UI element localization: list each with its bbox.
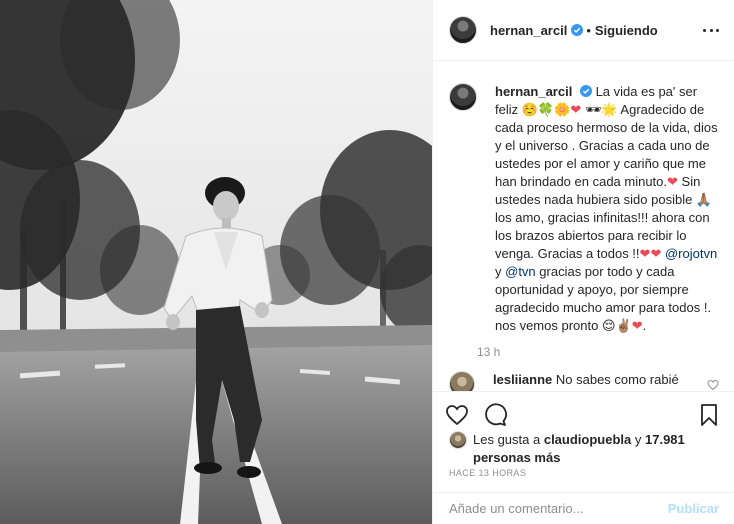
caption-time[interactable]: 13 h xyxy=(477,345,719,359)
heart-emoji-icon: ❤ xyxy=(667,174,678,189)
likes-summary: Les gusta a claudiopuebla y 17.981 perso… xyxy=(449,431,719,467)
commenter-avatar[interactable] xyxy=(449,371,475,391)
caption-part: y xyxy=(495,264,506,279)
liker-username[interactable]: claudiopuebla xyxy=(544,432,631,447)
mention-link[interactable]: @rojotvn xyxy=(665,246,717,261)
likes-prefix: Les gusta a xyxy=(473,432,541,447)
caption-emojis: ☺️🍀🌼 xyxy=(521,102,571,117)
add-comment-bar: Publicar xyxy=(433,492,734,524)
comment-bubble-icon[interactable] xyxy=(483,402,507,427)
heart-emoji-icon: ❤ xyxy=(570,102,582,117)
likes-text: Les gusta a claudiopuebla y 17.981 perso… xyxy=(473,431,719,467)
post-actions xyxy=(433,391,734,431)
comment-text: lesliianne No sabes como rabié cuando te… xyxy=(493,371,705,391)
comment-input[interactable] xyxy=(449,501,668,516)
heart-outline-icon[interactable] xyxy=(445,403,469,427)
liker-avatar[interactable] xyxy=(449,431,467,449)
verified-badge-icon xyxy=(579,85,592,97)
bookmark-icon[interactable] xyxy=(697,403,721,427)
mention-link[interactable]: @tvn xyxy=(505,264,536,279)
commenter-username[interactable]: lesliianne xyxy=(493,372,552,387)
post-header: hernan_arcil • Siguiendo xyxy=(433,0,734,61)
heart-emoji-icon: ❤ xyxy=(639,246,651,261)
caption-username[interactable]: hernan_arcil xyxy=(495,84,572,99)
caption-text: hernan_arcil La vida es pa' ser feliz ☺️… xyxy=(495,83,719,335)
more-options-icon[interactable] xyxy=(703,22,719,38)
post-photo[interactable] xyxy=(0,0,432,524)
caption-end: . xyxy=(642,318,647,333)
comment-item: lesliianne No sabes como rabié cuando te… xyxy=(449,371,719,391)
author-avatar[interactable] xyxy=(449,16,477,44)
heart-emoji-icon: ❤ xyxy=(650,246,662,261)
author-username[interactable]: hernan_arcil xyxy=(490,23,567,38)
caption: hernan_arcil La vida es pa' ser feliz ☺️… xyxy=(449,83,719,359)
publish-button[interactable]: Publicar xyxy=(668,501,719,516)
likes-and: y xyxy=(634,432,642,447)
comments-list[interactable]: hernan_arcil La vida es pa' ser feliz ☺️… xyxy=(433,61,734,391)
caption-avatar[interactable] xyxy=(449,83,477,111)
post-panel: hernan_arcil • Siguiendo hernan_arcil La… xyxy=(432,0,734,524)
header-separator: • xyxy=(586,22,591,38)
following-button[interactable]: Siguiendo xyxy=(595,23,658,38)
verified-badge-icon xyxy=(571,24,584,36)
comment-like-heart-icon[interactable] xyxy=(707,379,719,391)
post-photo-art xyxy=(0,0,432,524)
post-timestamp[interactable]: HACE 13 HORAS xyxy=(449,468,526,478)
heart-emoji-icon: ❤ xyxy=(631,318,643,333)
